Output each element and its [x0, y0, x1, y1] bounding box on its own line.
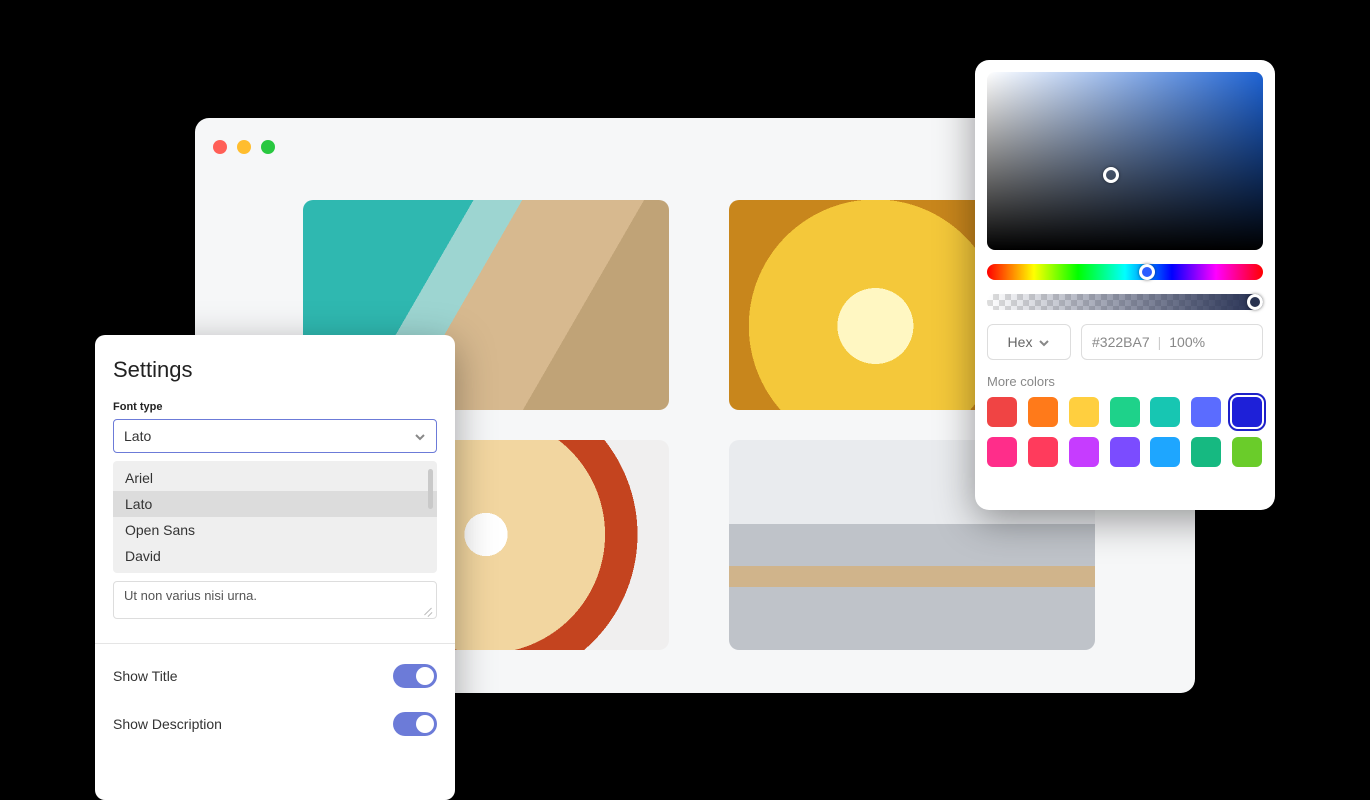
hex-value: #322BA7: [1092, 334, 1150, 350]
color-swatch[interactable]: [1232, 437, 1262, 467]
saturation-value-area[interactable]: [987, 72, 1263, 250]
show-title-toggle[interactable]: [393, 664, 437, 688]
show-description-row: Show Description: [113, 700, 437, 748]
minimize-icon[interactable]: [237, 140, 251, 154]
maximize-icon[interactable]: [261, 140, 275, 154]
show-title-row: Show Title: [113, 652, 437, 700]
color-swatch[interactable]: [1110, 397, 1140, 427]
color-swatch[interactable]: [1069, 397, 1099, 427]
font-type-select[interactable]: Lato: [113, 419, 437, 453]
color-swatch[interactable]: [1232, 397, 1262, 427]
toggle-knob-icon: [416, 667, 434, 685]
show-description-toggle[interactable]: [393, 712, 437, 736]
chevron-down-icon: [1038, 336, 1050, 348]
textarea-value: Ut non varius nisi urna.: [124, 588, 257, 603]
alpha-slider[interactable]: [987, 294, 1263, 310]
color-swatch[interactable]: [1069, 437, 1099, 467]
alpha-handle-icon[interactable]: [1247, 294, 1263, 310]
value-separator: |: [1158, 334, 1162, 350]
color-swatch[interactable]: [1028, 397, 1058, 427]
alpha-value: 100%: [1169, 334, 1205, 350]
close-icon[interactable]: [213, 140, 227, 154]
font-option[interactable]: David: [113, 543, 437, 569]
font-type-dropdown: Ariel Lato Open Sans David: [113, 461, 437, 573]
color-value-input[interactable]: #322BA7 | 100%: [1081, 324, 1263, 360]
font-option[interactable]: Lato: [113, 491, 437, 517]
color-swatch[interactable]: [1110, 437, 1140, 467]
color-swatch[interactable]: [987, 437, 1017, 467]
more-colors-label: More colors: [987, 374, 1263, 389]
hue-slider[interactable]: [987, 264, 1263, 280]
color-swatch[interactable]: [1191, 397, 1221, 427]
font-option[interactable]: Open Sans: [113, 517, 437, 543]
toggle-label: Show Title: [113, 668, 178, 684]
color-swatch[interactable]: [1191, 437, 1221, 467]
color-swatch[interactable]: [1150, 397, 1180, 427]
divider: [95, 643, 455, 644]
font-type-value: Lato: [124, 428, 151, 444]
color-picker-panel: Hex #322BA7 | 100% More colors: [975, 60, 1275, 510]
window-controls: [213, 140, 275, 154]
swatch-grid: [987, 397, 1263, 467]
color-swatch[interactable]: [1150, 437, 1180, 467]
toggle-knob-icon: [416, 715, 434, 733]
sv-cursor-icon[interactable]: [1103, 167, 1119, 183]
description-textarea[interactable]: Ut non varius nisi urna.: [113, 581, 437, 619]
font-option[interactable]: Ariel: [113, 465, 437, 491]
settings-panel: Settings Font type Lato Ariel Lato Open …: [95, 335, 455, 800]
format-label: Hex: [1008, 334, 1033, 350]
toggle-label: Show Description: [113, 716, 222, 732]
color-swatch[interactable]: [987, 397, 1017, 427]
settings-title: Settings: [113, 357, 437, 383]
color-swatch[interactable]: [1028, 437, 1058, 467]
hue-handle-icon[interactable]: [1139, 264, 1155, 280]
dropdown-scrollbar[interactable]: [428, 469, 433, 509]
chevron-down-icon: [414, 430, 426, 442]
resize-handle-icon[interactable]: [423, 605, 433, 615]
font-type-label: Font type: [113, 401, 437, 413]
color-value-row: Hex #322BA7 | 100%: [987, 324, 1263, 360]
color-format-select[interactable]: Hex: [987, 324, 1071, 360]
